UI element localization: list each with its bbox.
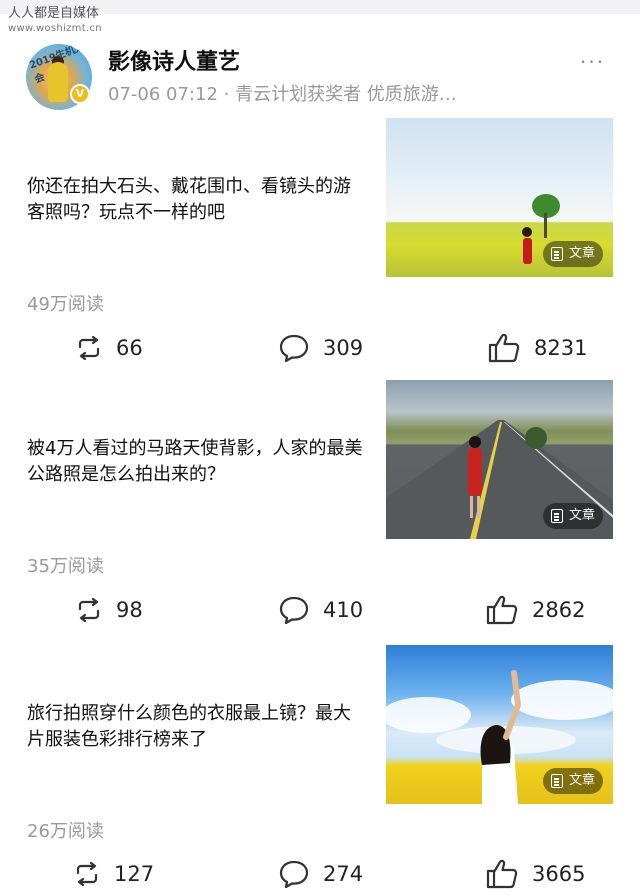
document-icon (550, 509, 563, 523)
article-tag: 文章 (542, 241, 603, 267)
more-options-icon[interactable]: ··· (580, 50, 605, 74)
document-icon (550, 247, 563, 261)
action-bar: 127 274 3665 (0, 859, 640, 889)
post-title[interactable]: 你还在拍大石头、戴花围巾、看镜头的游客照吗？玩点不一样的吧 (27, 174, 367, 226)
post-thumbnail[interactable]: 文章 (386, 118, 613, 277)
comment-count: 309 (323, 336, 364, 360)
document-icon (550, 774, 563, 788)
list-item[interactable]: 旅行拍照穿什么颜色的衣服最上镜？最大片服装色彩排行榜来了 文章 26万阅读 12… (0, 645, 640, 895)
article-tag-label: 文章 (568, 773, 595, 788)
share-count: 66 (116, 336, 143, 360)
comment-count: 410 (323, 598, 364, 622)
watermark-url: www.woshizmt.cn (8, 23, 102, 34)
avatar-figure-body (48, 62, 68, 102)
like-count: 8231 (534, 336, 588, 360)
thumbs-up-icon (488, 333, 520, 363)
thumbs-up-icon (486, 859, 518, 889)
comment-bubble-icon (279, 860, 309, 888)
repost-icon (78, 336, 100, 360)
comment-count: 274 (323, 862, 364, 886)
repost-icon (78, 598, 100, 622)
watermark-site-name: 人人都是自媒体 (8, 6, 100, 21)
comment-bubble-icon (279, 334, 309, 362)
share-button[interactable]: 127 (74, 859, 154, 889)
comment-button[interactable]: 274 (279, 859, 363, 889)
share-count: 127 (114, 862, 155, 886)
comment-button[interactable]: 410 (279, 595, 363, 625)
list-item[interactable]: 你还在拍大石头、戴花围巾、看镜头的游客照吗？玩点不一样的吧 文章 49万阅读 6… (0, 118, 640, 380)
like-button[interactable]: 8231 (488, 333, 587, 363)
post-thumbnail[interactable]: 文章 (386, 380, 613, 539)
like-count: 3665 (532, 862, 586, 886)
read-count: 26万阅读 (27, 821, 104, 842)
comment-button[interactable]: 309 (279, 333, 363, 363)
like-button[interactable]: 3665 (486, 859, 585, 889)
like-count: 2862 (532, 598, 586, 622)
post-title[interactable]: 被4万人看过的马路天使背影，人家的最美公路照是怎么拍出来的？ (27, 436, 367, 488)
thumbs-up-icon (486, 595, 518, 625)
like-button[interactable]: 2862 (486, 595, 585, 625)
share-button[interactable]: 98 (76, 595, 143, 625)
post-meta: 07-06 07:12 · 青云计划获奖者 优质旅游… (108, 84, 457, 105)
watermark: 人人都是自媒体 www.woshizmt.cn (8, 6, 102, 36)
read-count: 49万阅读 (27, 294, 104, 315)
author-name[interactable]: 影像诗人董艺 (108, 44, 240, 76)
article-tag-label: 文章 (568, 508, 595, 523)
action-bar: 98 410 2862 (0, 595, 640, 625)
article-tag: 文章 (542, 503, 603, 529)
verified-badge-icon: V (70, 84, 90, 104)
list-item[interactable]: 被4万人看过的马路天使背影，人家的最美公路照是怎么拍出来的？ 文章 35万阅读 … (0, 380, 640, 642)
article-tag: 文章 (542, 768, 603, 794)
comment-bubble-icon (279, 596, 309, 624)
post-title[interactable]: 旅行拍照穿什么颜色的衣服最上镜？最大片服装色彩排行榜来了 (27, 701, 367, 753)
author-header: 2019生机大会 V 影像诗人董艺 07-06 07:12 · 青云计划获奖者 … (0, 38, 640, 110)
read-count: 35万阅读 (27, 556, 104, 577)
repost-icon (76, 862, 98, 886)
article-tag-label: 文章 (568, 246, 595, 261)
share-button[interactable]: 66 (76, 333, 143, 363)
post-thumbnail[interactable]: 文章 (386, 645, 613, 804)
share-count: 98 (116, 598, 143, 622)
action-bar: 66 309 8231 (0, 333, 640, 363)
